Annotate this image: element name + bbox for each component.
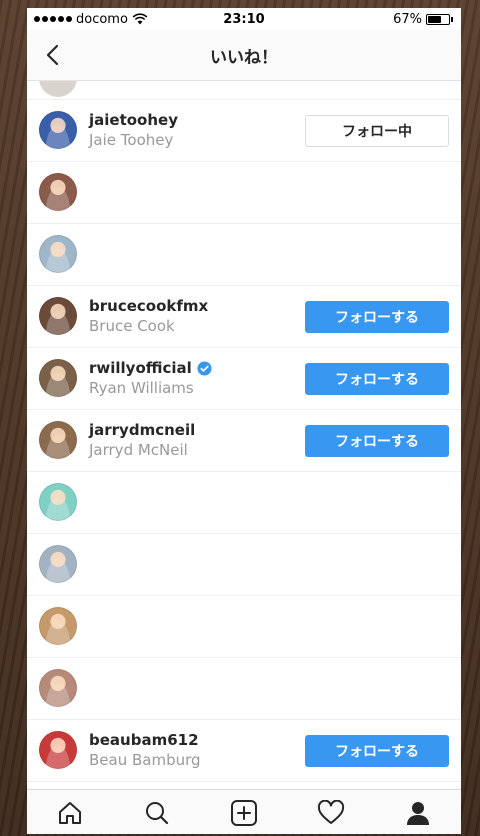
tab-activity[interactable] xyxy=(311,793,351,833)
nav-bar: いいね！ xyxy=(27,30,461,81)
avatar[interactable] xyxy=(39,111,77,149)
phone-screen: docomo 23:10 67% いいね！ jaietoohey Jaie To… xyxy=(27,8,461,834)
username-text: rwillyofficial xyxy=(89,359,192,377)
tab-bar xyxy=(27,789,461,834)
follow-button[interactable]: フォローする xyxy=(305,735,449,767)
user-names: jaietoohey Jaie Toohey xyxy=(89,111,178,149)
follow-button[interactable]: フォローする xyxy=(305,363,449,395)
battery-icon xyxy=(426,13,450,25)
battery-tip xyxy=(451,16,453,22)
username[interactable]: jarrydmcneil xyxy=(89,421,195,439)
username[interactable]: beaubam612 xyxy=(89,731,201,749)
liker-row[interactable]: rwillyofficial Ryan Williams フォローする xyxy=(27,348,461,410)
user-names: rwillyofficial Ryan Williams xyxy=(89,359,212,397)
avatar xyxy=(39,81,77,97)
user-names: brucecookfmx Bruce Cook xyxy=(89,297,208,335)
avatar[interactable] xyxy=(39,731,77,769)
user-names: jarrydmcneil Jarryd McNeil xyxy=(89,421,195,459)
status-bar: docomo 23:10 67% xyxy=(27,8,461,30)
heart-icon xyxy=(317,799,344,824)
profile-icon xyxy=(406,801,429,825)
full-name: Ryan Williams xyxy=(89,379,194,397)
add-post-icon xyxy=(230,799,257,826)
username[interactable]: rwillyofficial xyxy=(89,359,212,377)
battery-percent: 67% xyxy=(393,11,422,27)
search-icon xyxy=(146,801,169,824)
liker-row[interactable]: jaietoohey Jaie Toohey フォロー中 xyxy=(27,100,461,162)
avatar[interactable] xyxy=(39,421,77,459)
liker-row[interactable] xyxy=(27,162,461,224)
username-text: jarrydmcneil xyxy=(89,421,196,439)
liker-row[interactable]: beaubam612 Beau Bamburg フォローする xyxy=(27,720,461,782)
user-names: beaubam612 Beau Bamburg xyxy=(89,731,201,769)
carrier-name: docomo xyxy=(76,11,128,27)
liker-row[interactable] xyxy=(27,534,461,596)
avatar[interactable] xyxy=(39,359,77,397)
chevron-left-icon xyxy=(46,44,59,66)
liker-row[interactable] xyxy=(27,658,461,720)
avatar[interactable] xyxy=(39,483,77,521)
liker-row[interactable]: jarrydmcneil Jarryd McNeil フォローする xyxy=(27,410,461,472)
list-item-partial xyxy=(27,81,461,100)
username-text: beaubam612 xyxy=(89,731,199,749)
follow-button[interactable]: フォローする xyxy=(305,301,449,333)
full-name: Jarryd McNeil xyxy=(89,441,188,459)
full-name: Beau Bamburg xyxy=(89,751,201,769)
likers-list[interactable]: jaietoohey Jaie Toohey フォロー中 brucecookfmx Br… xyxy=(27,81,461,789)
full-name: Jaie Toohey xyxy=(89,131,174,149)
username-text: brucecookfmx xyxy=(89,297,209,315)
wifi-icon xyxy=(132,13,148,25)
avatar[interactable] xyxy=(39,607,77,645)
tab-search[interactable] xyxy=(137,793,177,833)
following-button[interactable]: フォロー中 xyxy=(305,115,449,147)
liker-row[interactable] xyxy=(27,596,461,658)
username[interactable]: brucecookfmx xyxy=(89,297,208,315)
follow-button[interactable]: フォローする xyxy=(305,425,449,457)
username-text: jaietoohey xyxy=(89,111,178,129)
avatar[interactable] xyxy=(39,669,77,707)
signal-strength-icon xyxy=(34,16,72,22)
avatar[interactable] xyxy=(39,297,77,335)
home-icon xyxy=(59,801,82,824)
username[interactable]: jaietoohey xyxy=(89,111,178,129)
avatar[interactable] xyxy=(39,545,77,583)
liker-row[interactable] xyxy=(27,472,461,534)
liker-row[interactable] xyxy=(27,224,461,286)
tab-add-post[interactable] xyxy=(224,793,264,833)
liker-row[interactable]: brucecookfmx Bruce Cook フォローする xyxy=(27,286,461,348)
battery-level xyxy=(428,15,442,23)
page-title: いいね！ xyxy=(210,47,278,68)
tab-home[interactable] xyxy=(50,793,90,833)
tab-profile[interactable] xyxy=(398,793,438,833)
status-right: 67% xyxy=(393,12,461,27)
verified-badge-icon xyxy=(197,360,212,376)
avatar[interactable] xyxy=(39,173,77,211)
status-left: docomo xyxy=(27,12,148,27)
back-button[interactable] xyxy=(37,40,67,70)
full-name: Bruce Cook xyxy=(89,317,175,335)
avatar[interactable] xyxy=(39,235,77,273)
